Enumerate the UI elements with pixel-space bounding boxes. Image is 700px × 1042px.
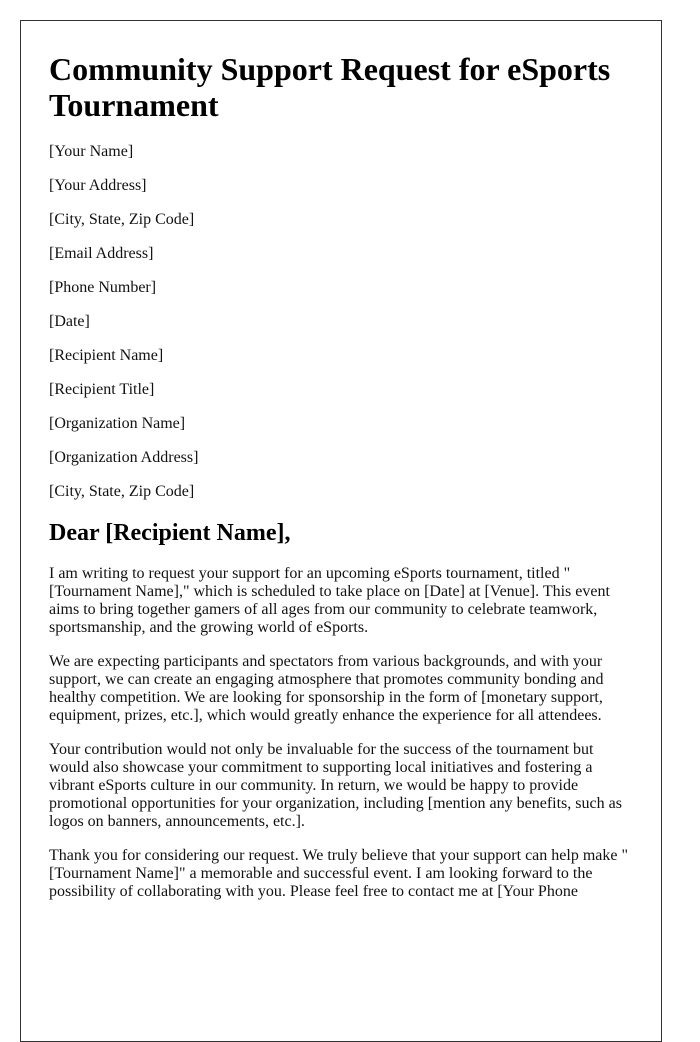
sender-email: [Email Address] xyxy=(49,245,154,262)
recipient-organization: [Organization Name] xyxy=(49,415,186,432)
recipient-title: [Recipient Title] xyxy=(49,381,155,398)
letter-body: I am writing to request your support for… xyxy=(49,565,633,901)
body-paragraph-intro: I am writing to request your support for… xyxy=(49,565,610,636)
body-paragraph-closing: Thank you for considering our request. W… xyxy=(49,847,629,900)
recipient-block: [Recipient Name] [Recipient Title] [Orga… xyxy=(49,347,633,501)
recipient-organization-address: [Organization Address] xyxy=(49,449,199,466)
sender-name: [Your Name] xyxy=(49,143,134,160)
body-paragraph-sponsorship: We are expecting participants and specta… xyxy=(49,653,604,724)
letter-date: [Date] xyxy=(49,313,90,330)
sender-phone: [Phone Number] xyxy=(49,279,157,296)
sender-city-state-zip: [City, State, Zip Code] xyxy=(49,211,195,228)
body-paragraph-benefits: Your contribution would not only be inva… xyxy=(49,741,622,830)
recipient-name: [Recipient Name] xyxy=(49,347,164,364)
letter-container: Community Support Request for eSports To… xyxy=(20,20,662,1042)
document-title: Community Support Request for eSports To… xyxy=(49,51,611,123)
salutation: Dear [Recipient Name], xyxy=(49,520,291,546)
recipient-city-state-zip: [City, State, Zip Code] xyxy=(49,483,195,500)
sender-block: [Your Name] [Your Address] [City, State,… xyxy=(49,143,633,297)
sender-address: [Your Address] xyxy=(49,177,147,194)
